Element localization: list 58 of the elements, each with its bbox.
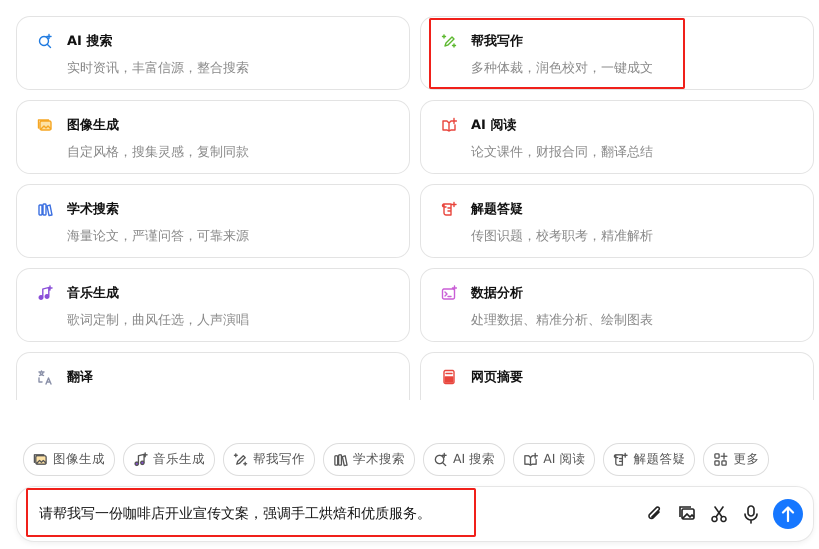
message-input[interactable]: 请帮我写一份咖啡店开业宣传文案，强调手工烘焙和优质服务。: [16, 486, 814, 542]
shortcut-chip[interactable]: 解题答疑: [603, 443, 696, 476]
feature-card[interactable]: AI 阅读 论文课件，财报合同，翻译总结: [420, 100, 814, 174]
image-icon: [33, 452, 48, 467]
feature-card[interactable]: 音乐生成 歌词定制，曲风任选，人声演唱: [16, 268, 410, 342]
card-title: 帮我写作: [471, 33, 523, 50]
card-subtitle: 实时资讯，丰富信源，整合搜索: [67, 60, 250, 77]
feature-card[interactable]: AI 搜索 实时资讯，丰富信源，整合搜索: [16, 16, 410, 90]
shortcut-chip[interactable]: AI 阅读: [513, 443, 596, 476]
send-button[interactable]: [773, 499, 803, 529]
feature-card[interactable]: 学术搜索 海量论文，严谨问答，可靠来源: [16, 184, 410, 258]
card-subtitle: 海量论文，严谨问答，可靠来源: [67, 228, 250, 245]
card-title: 解题答疑: [471, 201, 523, 218]
shortcut-chip[interactable]: 音乐生成: [123, 443, 215, 476]
microphone-icon[interactable]: [741, 504, 761, 524]
shortcut-chip[interactable]: 学术搜索: [323, 443, 415, 476]
pencil-icon: [233, 452, 248, 467]
books-icon: [333, 452, 348, 467]
feature-card[interactable]: 数据分析 处理数据、精准分析、绘制图表: [420, 268, 814, 342]
image-icon: [37, 117, 53, 133]
music-note-icon: [133, 452, 148, 467]
book-icon: [441, 117, 457, 133]
search-icon: [37, 33, 53, 49]
feature-card[interactable]: 解题答疑 传图识题，校考职考，精准解析: [420, 184, 814, 258]
card-title: 网页摘要: [471, 368, 523, 386]
card-subtitle: 自定风格，搜集灵感，复制同款: [67, 144, 250, 161]
document-icon: [441, 369, 457, 385]
card-subtitle: 多种体裁，润色校对，一键成文: [471, 60, 654, 77]
scissors-icon[interactable]: [709, 504, 729, 524]
feature-card[interactable]: 网页摘要: [420, 352, 814, 400]
card-title: 数据分析: [471, 285, 523, 302]
book-icon: [523, 452, 538, 467]
books-icon: [37, 201, 53, 217]
feature-card[interactable]: 图像生成 自定风格，搜集灵感，复制同款: [16, 100, 410, 174]
card-title: 学术搜索: [67, 200, 119, 218]
scroll-icon: [441, 201, 457, 217]
shortcut-chip[interactable]: 更多: [703, 443, 770, 476]
card-title: AI 搜索: [67, 32, 112, 50]
scroll-icon: [613, 452, 628, 467]
card-subtitle: 处理数据、精准分析、绘制图表: [471, 312, 654, 329]
card-title: 图像生成: [67, 117, 119, 134]
shortcut-chip[interactable]: 帮我写作: [223, 443, 315, 476]
shortcut-chip[interactable]: AI 搜索: [423, 443, 506, 476]
shortcut-chip[interactable]: 图像生成: [23, 443, 115, 476]
feature-card[interactable]: 翻译: [16, 352, 410, 400]
card-title: 翻译: [67, 369, 93, 386]
translate-icon: [37, 369, 53, 385]
music-note-icon: [37, 285, 53, 301]
pencil-icon: [441, 33, 457, 49]
terminal-icon: [441, 285, 457, 301]
card-title: 音乐生成: [67, 284, 119, 302]
card-title: AI 阅读: [471, 117, 516, 134]
card-subtitle: 歌词定制，曲风任选，人声演唱: [67, 312, 250, 329]
feature-card[interactable]: 帮我写作 多种体裁，润色校对，一键成文: [420, 16, 814, 90]
grid-icon: [713, 452, 728, 467]
card-subtitle: 论文课件，财报合同，翻译总结: [471, 144, 654, 161]
card-subtitle: 传图识题，校考职考，精准解析: [471, 228, 654, 245]
search-icon: [433, 452, 448, 467]
